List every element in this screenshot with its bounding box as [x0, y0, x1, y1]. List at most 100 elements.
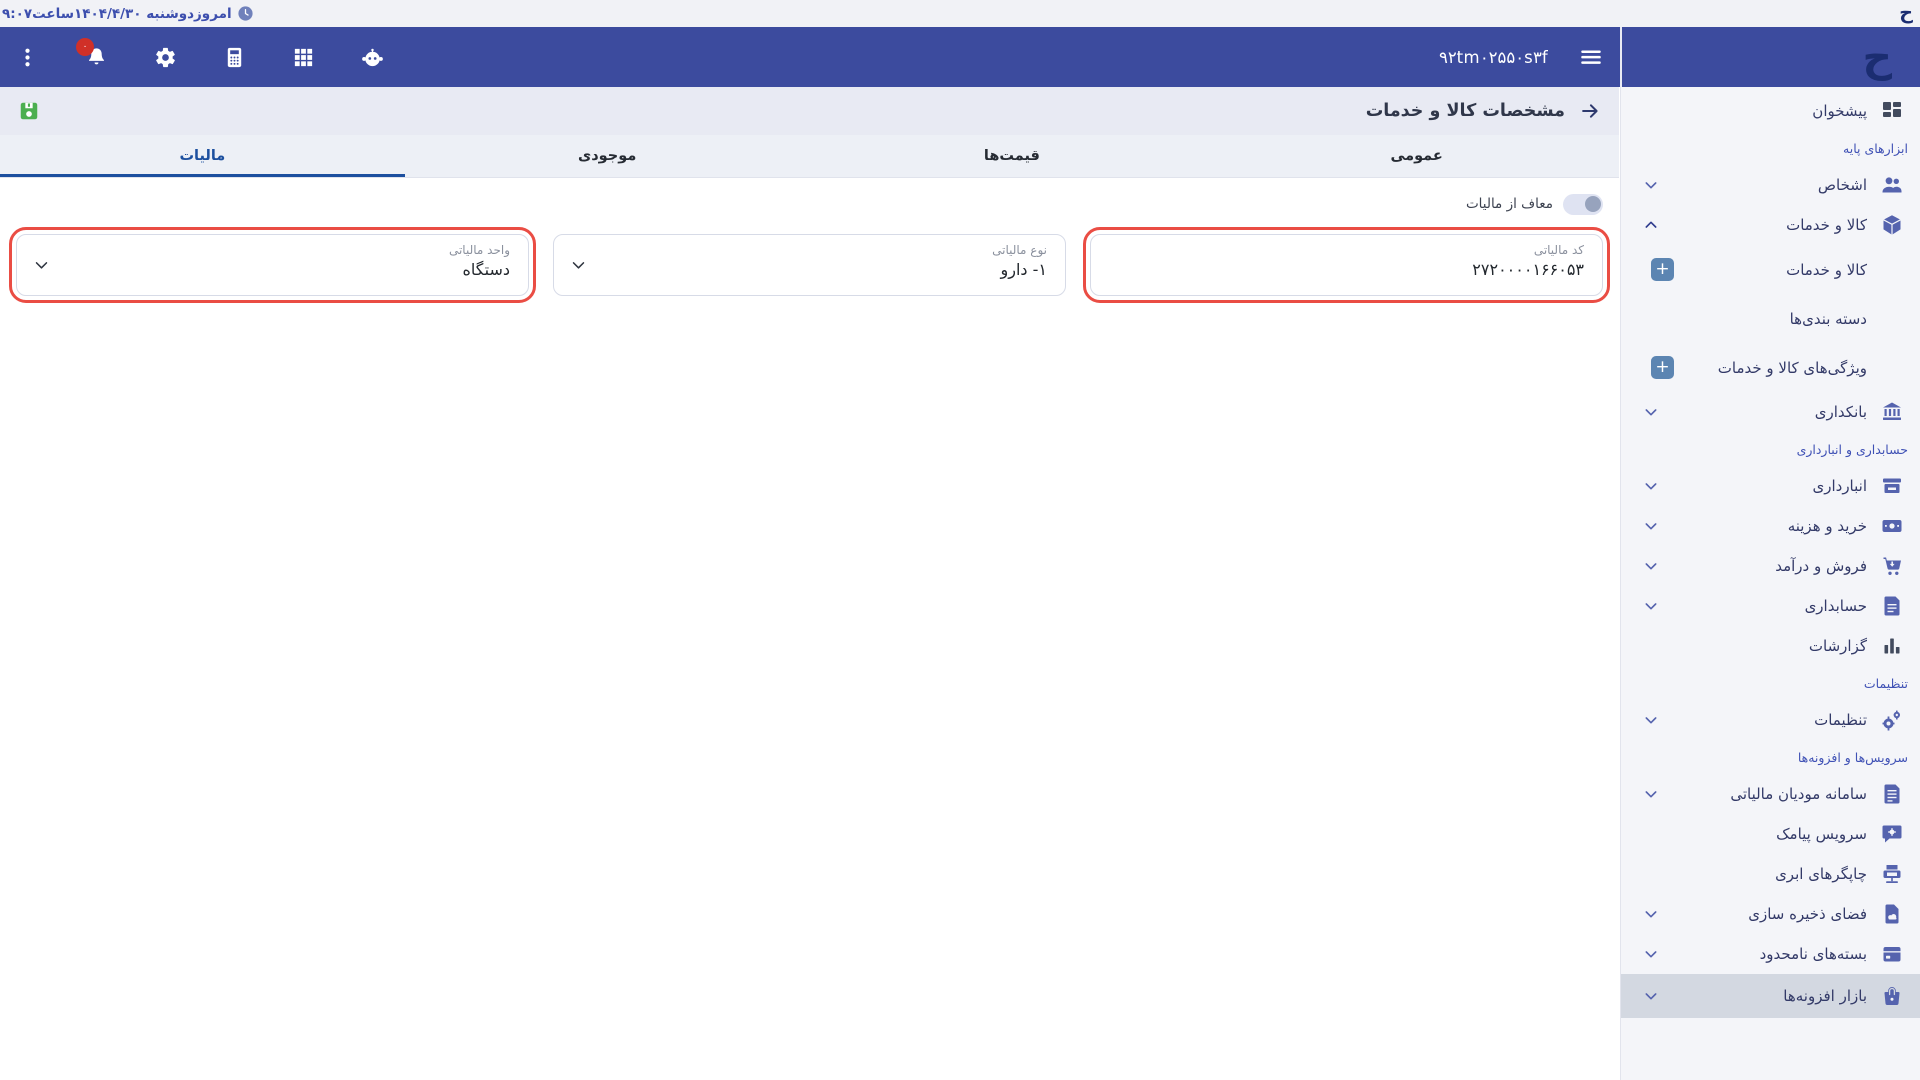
chevron-down-icon[interactable] [570, 257, 587, 274]
sidebar-section-basic-tools: ابزارهای پایه [1621, 131, 1920, 165]
bank-icon [1880, 400, 1904, 424]
tax-tab-content: معاف از مالیات کد مالیاتی ۲۷۲۰۰۰۰۱۶۶۰۵۳ … [0, 178, 1619, 296]
tax-exempt-toggle[interactable] [1563, 194, 1603, 215]
sidebar-item-sales-income[interactable]: فروش و درآمد [1621, 546, 1920, 586]
sidebar-nav: پیشخوان ابزارهای پایه اشخاص کالا و خدمات… [1620, 87, 1920, 1080]
cart-icon [1880, 554, 1904, 578]
sidebar-item-label: پیشخوان [1812, 102, 1867, 120]
tax-code-value: ۲۷۲۰۰۰۰۱۶۶۰۵۳ [1109, 260, 1584, 279]
sidebar-item-label: اشخاص [1818, 176, 1867, 194]
apps-grid-icon[interactable] [292, 46, 315, 69]
sms-icon [1880, 822, 1904, 846]
tab-inventory[interactable]: موجودی [405, 135, 810, 177]
chevron-down-icon [1643, 404, 1659, 420]
sidebar-subitem-categories[interactable]: دسته بندی‌ها [1621, 294, 1920, 343]
sidebar-section-services-addons: سرویس‌ها و افزونه‌ها [1621, 740, 1920, 774]
sidebar-item-goods-services[interactable]: کالا و خدمات [1621, 205, 1920, 245]
people-icon [1880, 173, 1904, 197]
tab-general[interactable]: عمومی [1214, 135, 1619, 177]
save-icon[interactable] [18, 100, 40, 122]
sidebar-item-label: بسته‌های نامحدود [1760, 945, 1867, 963]
chevron-down-icon [1643, 906, 1659, 922]
market-bag-icon [1880, 984, 1904, 1008]
sidebar-item-label: چاپگرهای ابری [1775, 865, 1867, 883]
sidebar-item-unlimited-packages[interactable]: بسته‌های نامحدود [1621, 934, 1920, 974]
sidebar-item-purchase-expense[interactable]: خرید و هزینه [1621, 506, 1920, 546]
date-display: امروزدوشنبه ۱۴۰۴/۴/۳۰ساعت۹:۰۷ [0, 5, 254, 22]
sidebar-item-cloud-printers[interactable]: چاپگرهای ابری [1621, 854, 1920, 894]
page-title-bar: مشخصات کالا و خدمات [0, 87, 1619, 135]
sidebar-brand-panel: ح [1620, 27, 1920, 87]
tax-doc-icon [1880, 782, 1904, 806]
tax-code-field[interactable]: کد مالیاتی ۲۷۲۰۰۰۰۱۶۶۰۵۳ [1090, 234, 1603, 296]
tax-exempt-row: معاف از مالیات [16, 192, 1603, 216]
notification-badge: ۰ [76, 38, 94, 56]
toggle-knob [1585, 196, 1601, 212]
bell-icon[interactable]: ۰ [85, 46, 108, 69]
sidebar-item-dashboard[interactable]: پیشخوان [1621, 91, 1920, 131]
sidebar-item-label: کالا و خدمات [1786, 261, 1867, 279]
sidebar-item-label: تنظیمات [1814, 711, 1867, 729]
sidebar-item-label: فضای ذخیره سازی [1748, 905, 1867, 923]
gear-icon[interactable] [154, 46, 177, 69]
chevron-down-icon [1643, 598, 1659, 614]
tax-exempt-label: معاف از مالیات [1466, 196, 1553, 212]
brand-logo-small: ح [1899, 4, 1920, 23]
sidebar-item-label: سامانه مودیان مالیاتی [1730, 785, 1867, 803]
chevron-down-icon [1643, 946, 1659, 962]
sidebar-item-reports[interactable]: گزارشات [1621, 626, 1920, 666]
clock-icon [237, 5, 254, 22]
sidebar-item-label: بازار افزونه‌ها [1783, 987, 1867, 1005]
kebab-menu-icon[interactable] [16, 46, 39, 69]
device-code: ۹۲tm۰۲۵۵۰s۳f [1439, 48, 1548, 67]
ledger-icon [1880, 594, 1904, 618]
sidebar-item-sms-service[interactable]: سرویس پیامک [1621, 814, 1920, 854]
calculator-icon[interactable] [223, 46, 246, 69]
sidebar-item-settings[interactable]: تنظیمات [1621, 700, 1920, 740]
header-icon-group: ۰ [0, 46, 384, 69]
sidebar-item-people[interactable]: اشخاص [1621, 165, 1920, 205]
add-goods-button[interactable]: + [1651, 258, 1674, 281]
storage-icon [1880, 902, 1904, 926]
chevron-down-icon[interactable] [33, 257, 50, 274]
tab-prices[interactable]: قیمت‌ها [810, 135, 1215, 177]
sidebar-item-label: فروش و درآمد [1775, 557, 1867, 575]
gears-icon [1880, 708, 1904, 732]
add-attribute-button[interactable]: + [1651, 356, 1674, 379]
sidebar-item-label: دسته بندی‌ها [1790, 310, 1867, 328]
chevron-down-icon [1643, 988, 1659, 1004]
tax-type-field[interactable]: نوع مالیاتی ۱- دارو [553, 234, 1066, 296]
tax-unit-value: دستگاه [35, 260, 510, 279]
sidebar-item-label: سرویس پیامک [1776, 825, 1867, 843]
package-icon [1880, 942, 1904, 966]
page-title: مشخصات کالا و خدمات [1366, 101, 1565, 121]
sidebar-subitem-product-attributes[interactable]: ویژگی‌های کالا و خدمات + [1621, 343, 1920, 392]
tab-tax[interactable]: مالیات [0, 135, 405, 177]
sidebar-item-storage-space[interactable]: فضای ذخیره سازی [1621, 894, 1920, 934]
tax-unit-field[interactable]: واحد مالیاتی دستگاه [16, 234, 529, 296]
hamburger-icon[interactable] [1578, 44, 1604, 70]
sidebar-item-addons-market[interactable]: بازار افزونه‌ها [1621, 974, 1920, 1018]
robot-assistant-icon[interactable] [361, 46, 384, 69]
chevron-down-icon [1643, 177, 1659, 193]
header-right-group: ۹۲tm۰۲۵۵۰s۳f [1439, 44, 1620, 70]
box-icon [1880, 213, 1904, 237]
sidebar-item-warehousing[interactable]: انبارداری [1621, 466, 1920, 506]
app-header: ۰ ۹۲tm۰۲۵۵۰s۳f ح [0, 27, 1920, 87]
main-panel: مشخصات کالا و خدمات عمومی قیمت‌ها موجودی… [0, 87, 1619, 1080]
top-strip: امروزدوشنبه ۱۴۰۴/۴/۳۰ساعت۹:۰۷ ح [0, 0, 1920, 27]
brand-logo: ح [1862, 37, 1892, 78]
chevron-down-icon [1643, 478, 1659, 494]
sidebar-item-banking[interactable]: بانکداری [1621, 392, 1920, 432]
sidebar-subitem-goods-services[interactable]: کالا و خدمات + [1621, 245, 1920, 294]
back-arrow-icon[interactable] [1579, 100, 1601, 122]
sidebar-item-label: کالا و خدمات [1786, 216, 1867, 234]
sidebar-item-label: خرید و هزینه [1788, 517, 1867, 535]
date-text: امروزدوشنبه ۱۴۰۴/۴/۳۰ساعت۹:۰۷ [2, 6, 232, 22]
sidebar-item-label: گزارشات [1809, 637, 1867, 655]
sidebar-item-tax-payer-system[interactable]: سامانه مودیان مالیاتی [1621, 774, 1920, 814]
sidebar-section-accounting-warehousing: حسابداری و انبارداری [1621, 432, 1920, 466]
sidebar-item-accounting[interactable]: حسابداری [1621, 586, 1920, 626]
tax-fields-row: کد مالیاتی ۲۷۲۰۰۰۰۱۶۶۰۵۳ نوع مالیاتی ۱- … [16, 234, 1603, 296]
dashboard-icon [1880, 99, 1904, 123]
